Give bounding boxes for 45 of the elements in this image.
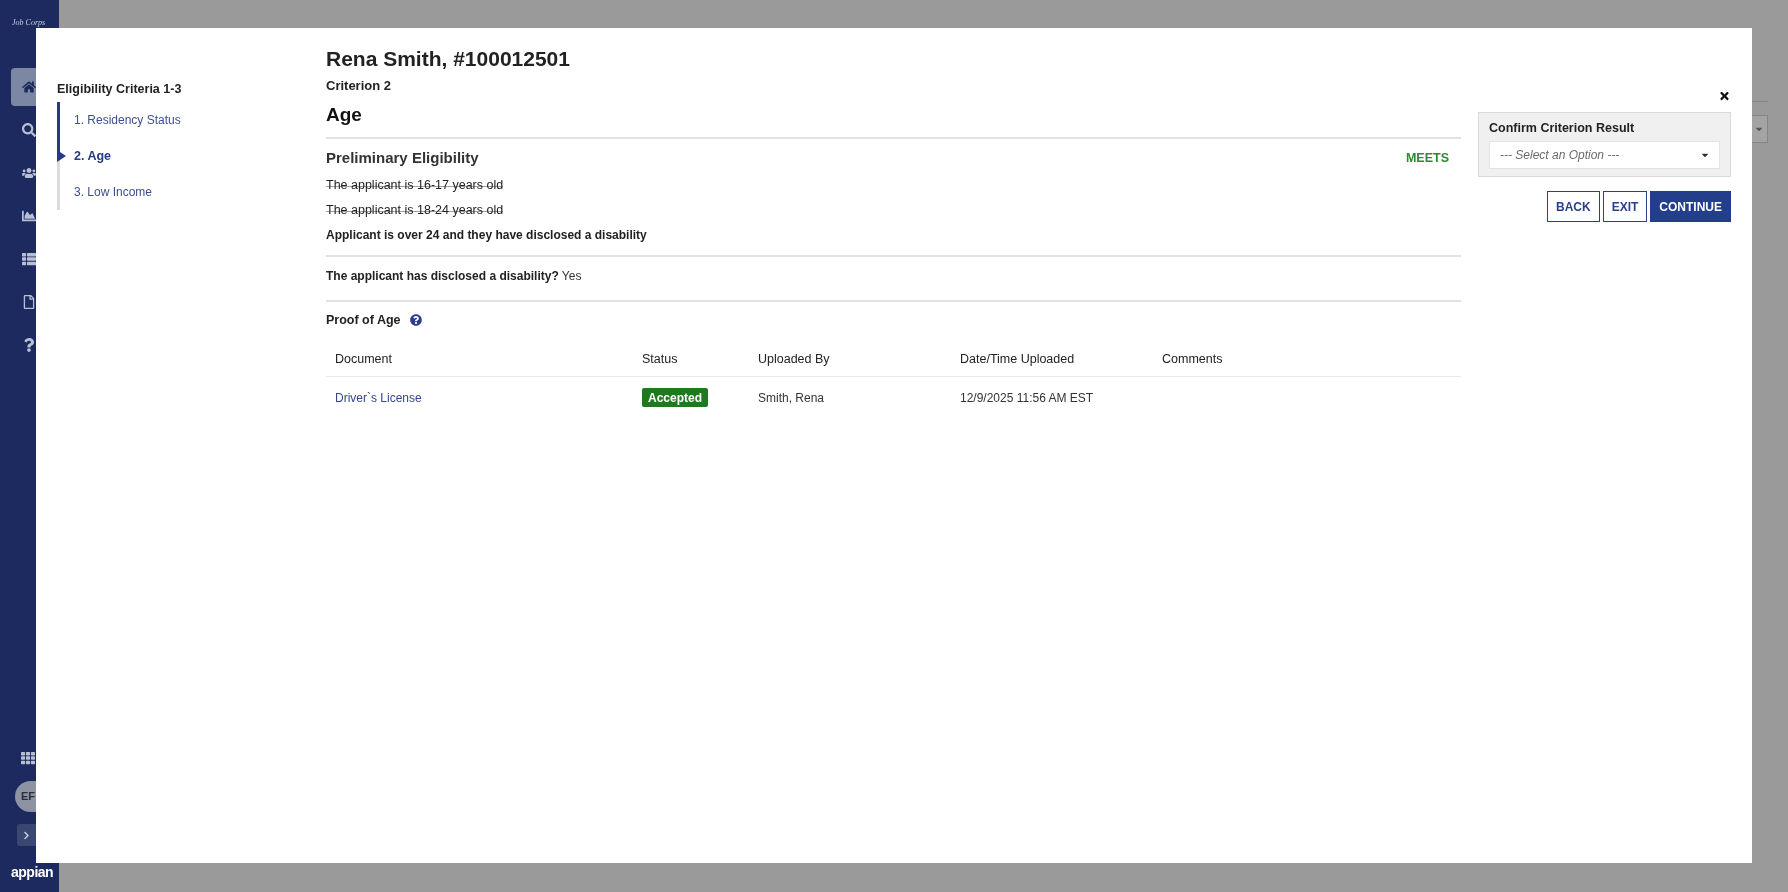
action-button[interactable]: BACK [1547, 191, 1600, 222]
logo-text: Job Corps [12, 18, 46, 28]
document-icon [22, 295, 36, 309]
help-icon[interactable] [409, 314, 422, 326]
column-header: Date/Time Uploaded [960, 350, 1075, 367]
struck-condition-text: The applicant is 16-17 years old [326, 177, 504, 193]
user-avatar[interactable]: EF [15, 781, 36, 812]
brand-logo-text: appian [11, 865, 54, 879]
column-header: Uploaded By [758, 350, 830, 367]
table-cell: Smith, Rena [758, 389, 825, 406]
column-header: Status [642, 350, 678, 367]
result-label: MEETS [1405, 150, 1449, 166]
struck-condition-text: The applicant is 18-24 years old [326, 202, 504, 218]
chevron-right-icon [22, 830, 31, 840]
apps-grid-icon[interactable] [21, 751, 35, 765]
status-badge: Accepted [642, 388, 709, 407]
document-link[interactable]: Driver`s License [335, 389, 422, 406]
close-icon[interactable] [1719, 90, 1730, 102]
steps-heading: Eligibility Criteria 1-3 [57, 82, 182, 96]
table-cell: 12/9/2025 11:56 AM EST [960, 389, 1094, 406]
action-button[interactable]: CONTINUE [1650, 191, 1731, 222]
step-link[interactable]: 2. Age [74, 148, 112, 164]
expand-button[interactable] [17, 824, 36, 846]
action-button[interactable]: EXIT [1602, 191, 1648, 222]
step-link[interactable]: 1. Residency Status [74, 112, 181, 128]
people-icon [22, 166, 36, 180]
question-mark-icon [22, 338, 36, 352]
home-icon [22, 80, 36, 94]
section-heading: Preliminary Eligibility [326, 148, 479, 168]
dropdown-field[interactable] [1752, 115, 1768, 143]
nav-item[interactable] [11, 68, 36, 106]
condition-text: Applicant is over 24 and they have disclosed a disability [326, 227, 647, 243]
disclosure-text: The applicant has disclosed a disability? Yes [326, 268, 582, 284]
criterion-heading: Age [326, 103, 362, 127]
criterion-label: Criterion 2 [326, 78, 391, 94]
select-field[interactable]: --- Select an Option --- [1489, 141, 1720, 169]
section-label: Proof of Age [326, 312, 401, 328]
step-link[interactable]: 3. Low Income [74, 184, 153, 200]
search-icon [22, 123, 36, 137]
column-header: Document [335, 350, 392, 367]
dialog-title: Rena Smith, #100012501 [326, 46, 570, 72]
field-label: Confirm Criterion Result [1489, 120, 1635, 136]
column-header: Comments [1162, 350, 1223, 367]
list-icon [22, 252, 36, 266]
area-chart-icon [22, 209, 36, 223]
